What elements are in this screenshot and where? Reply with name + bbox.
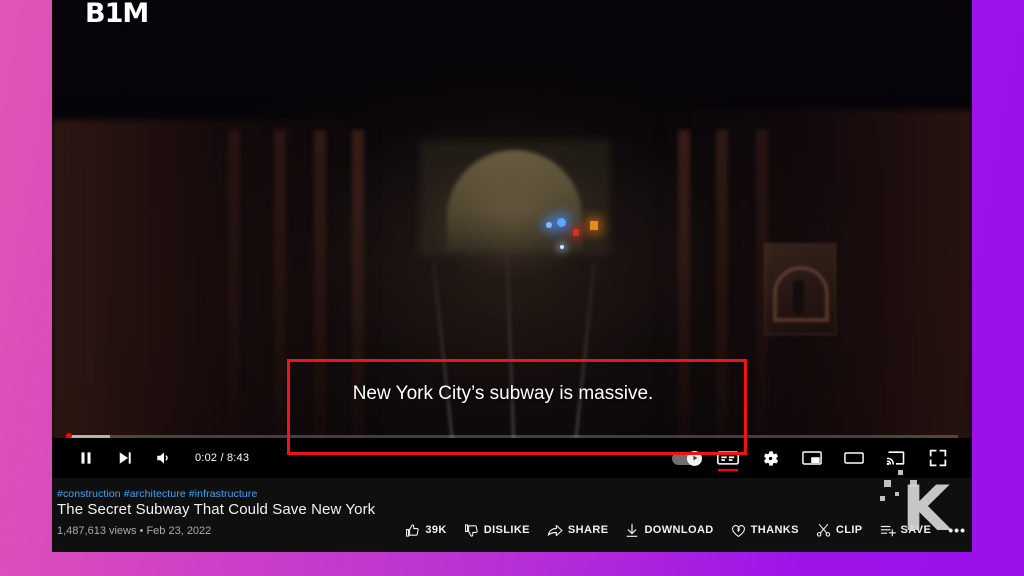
miniplayer-icon: [802, 451, 822, 465]
thanks-label: THANKS: [750, 524, 799, 536]
train-headlight-blue: [546, 222, 552, 228]
pause-icon: [81, 452, 91, 464]
train-headlight-blue: [557, 218, 566, 227]
fullscreen-icon: [929, 449, 947, 467]
theater-mode-icon: [844, 452, 864, 464]
cast-icon: [886, 451, 905, 466]
like-count: 39K: [425, 524, 447, 536]
player-controls-right: [672, 440, 972, 476]
closed-captions-icon: [717, 451, 739, 465]
download-label: DOWNLOAD: [644, 524, 714, 536]
next-video-icon: [119, 452, 131, 464]
settings-button[interactable]: [752, 440, 788, 476]
autoplay-toggle[interactable]: [672, 450, 702, 466]
miniplayer-button[interactable]: [794, 440, 830, 476]
share-label: SHARE: [567, 524, 609, 536]
video-stage[interactable]: B1M New York City’s subway is massive. 0…: [52, 0, 972, 478]
gradient-frame: B1M New York City’s subway is massive. 0…: [0, 0, 1024, 576]
share-button[interactable]: SHARE: [547, 523, 609, 538]
save-playlist-icon: [880, 525, 896, 536]
video-metadata-section: #construction #architecture #infrastruct…: [52, 478, 972, 552]
tunnel-pillar: [228, 130, 240, 450]
player-controls-bar: 0:02 / 8:43: [52, 438, 972, 478]
download-icon: [627, 523, 638, 537]
download-button[interactable]: DOWNLOAD: [625, 523, 713, 538]
thumbs-down-icon: [464, 523, 478, 537]
gear-icon: [763, 450, 778, 466]
save-button[interactable]: SAVE: [880, 523, 932, 538]
volume-icon: [157, 452, 168, 464]
station-wall-mosaic: [764, 243, 836, 335]
clip-button[interactable]: CLIP: [816, 523, 863, 538]
dislike-button[interactable]: DISLIKE: [464, 523, 530, 538]
save-label: SAVE: [900, 524, 932, 536]
cast-button[interactable]: [878, 440, 914, 476]
scissors-icon: [816, 523, 831, 537]
tunnel-signal-amber: [590, 221, 598, 230]
video-hashtags[interactable]: #construction #architecture #infrastruct…: [57, 488, 257, 500]
tunnel-pillar: [274, 130, 286, 450]
subtitles-cc-button[interactable]: [710, 440, 746, 476]
volume-button[interactable]: [146, 440, 182, 476]
theater-mode-button[interactable]: [836, 440, 872, 476]
mosaic-figure: [793, 280, 804, 314]
channel-watermark-b1m: B1M: [85, 0, 149, 29]
thanks-button[interactable]: THANKS: [731, 523, 799, 538]
video-stats: 1,487,613 views • Feb 23, 2022: [57, 525, 212, 537]
thanks-heart-dollar-icon: [731, 524, 745, 537]
like-button[interactable]: 39K: [405, 523, 446, 538]
more-actions-button[interactable]: •••: [948, 522, 966, 538]
pause-button[interactable]: [68, 440, 104, 476]
share-arrow-icon: [547, 524, 563, 536]
player-controls-left: 0:02 / 8:43: [52, 440, 249, 476]
autoplay-toggle-knob: [687, 450, 702, 466]
youtube-player-page: B1M New York City’s subway is massive. 0…: [52, 0, 972, 552]
time-display: 0:02 / 8:43: [195, 452, 250, 464]
fullscreen-button[interactable]: [920, 440, 956, 476]
clip-label: CLIP: [835, 524, 863, 536]
video-action-bar: 39K DISLIKE SHARE DOWNLOAD THANKS CLIP S…: [405, 522, 966, 538]
track-light: [560, 245, 564, 249]
tunnel-signal-red: [573, 229, 579, 236]
video-caption: New York City’s subway is massive.: [352, 383, 654, 404]
next-video-button[interactable]: [107, 440, 143, 476]
play-icon: [692, 455, 697, 461]
cc-active-indicator: [718, 469, 738, 471]
dislike-label: DISLIKE: [483, 524, 530, 536]
thumbs-up-icon: [406, 523, 420, 537]
video-title: The Secret Subway That Could Save New Yo…: [57, 501, 376, 518]
